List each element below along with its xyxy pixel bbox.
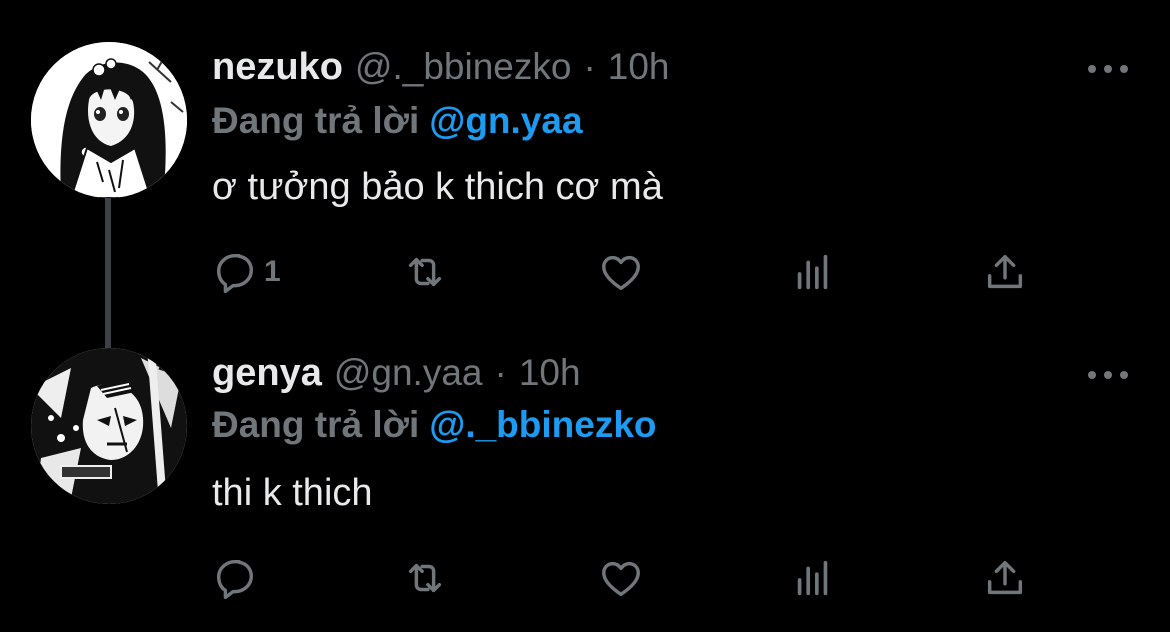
tweet-nezuko[interactable]: nezuko @._bbinezko · 10h Đang trả lời @gn… bbox=[0, 0, 1170, 348]
replying-to: Đang trả lời @gn.yaa bbox=[212, 100, 583, 142]
like-icon bbox=[602, 561, 640, 597]
avatar-genya[interactable] bbox=[31, 348, 187, 504]
action-bar: 1 bbox=[212, 244, 1042, 300]
more-icon[interactable] bbox=[1088, 360, 1128, 390]
retweet-button[interactable] bbox=[402, 550, 448, 606]
reply-icon bbox=[216, 253, 254, 294]
like-icon bbox=[602, 255, 640, 291]
user-handle[interactable]: @gn.yaa bbox=[334, 352, 483, 394]
share-icon bbox=[987, 254, 1023, 289]
share-icon bbox=[987, 560, 1023, 595]
reply-mention-link[interactable]: @._bbinezko bbox=[429, 404, 656, 445]
reply-count: 1 bbox=[264, 255, 281, 288]
views-icon bbox=[797, 560, 828, 596]
timestamp[interactable]: 10h bbox=[608, 46, 670, 88]
reply-button[interactable]: 1 bbox=[212, 244, 281, 300]
display-name[interactable]: genya bbox=[212, 352, 322, 395]
views-button[interactable] bbox=[790, 244, 836, 300]
retweet-button[interactable] bbox=[402, 244, 448, 300]
thread-line bbox=[105, 198, 111, 348]
action-bar bbox=[212, 550, 1042, 606]
reply-button[interactable] bbox=[212, 550, 264, 606]
views-button[interactable] bbox=[790, 550, 836, 606]
separator-dot: · bbox=[494, 352, 507, 393]
share-button[interactable] bbox=[982, 550, 1028, 606]
tweet-genya[interactable]: genya @gn.yaa · 10h Đang trả lời @._bbine… bbox=[0, 340, 1170, 632]
tweet-header: genya @gn.yaa · 10h bbox=[212, 352, 581, 402]
more-icon[interactable] bbox=[1088, 54, 1128, 84]
anime-boy-avatar-icon bbox=[31, 348, 187, 504]
share-button[interactable] bbox=[982, 244, 1028, 300]
retweet-icon bbox=[408, 257, 442, 287]
reply-label: Đang trả lời bbox=[212, 404, 420, 445]
like-button[interactable] bbox=[598, 550, 644, 606]
replying-to: Đang trả lời @._bbinezko bbox=[212, 404, 657, 446]
reply-label: Đang trả lời bbox=[212, 100, 420, 141]
anime-girl-avatar-icon bbox=[31, 42, 187, 198]
display-name[interactable]: nezuko bbox=[212, 46, 343, 89]
user-handle[interactable]: @._bbinezko bbox=[355, 46, 572, 88]
reply-mention-link[interactable]: @gn.yaa bbox=[429, 100, 582, 141]
views-icon bbox=[797, 254, 828, 290]
tweet-text: thi k thich bbox=[212, 472, 373, 514]
retweet-icon bbox=[408, 563, 442, 593]
separator-dot: · bbox=[583, 46, 596, 87]
tweet-header: nezuko @._bbinezko · 10h bbox=[212, 46, 670, 96]
like-button[interactable] bbox=[598, 244, 644, 300]
reply-icon bbox=[216, 559, 254, 600]
tweet-text: ơ tưởng bảo k thich cơ mà bbox=[212, 166, 663, 208]
timestamp[interactable]: 10h bbox=[519, 352, 581, 394]
avatar-nezuko[interactable] bbox=[31, 42, 187, 198]
